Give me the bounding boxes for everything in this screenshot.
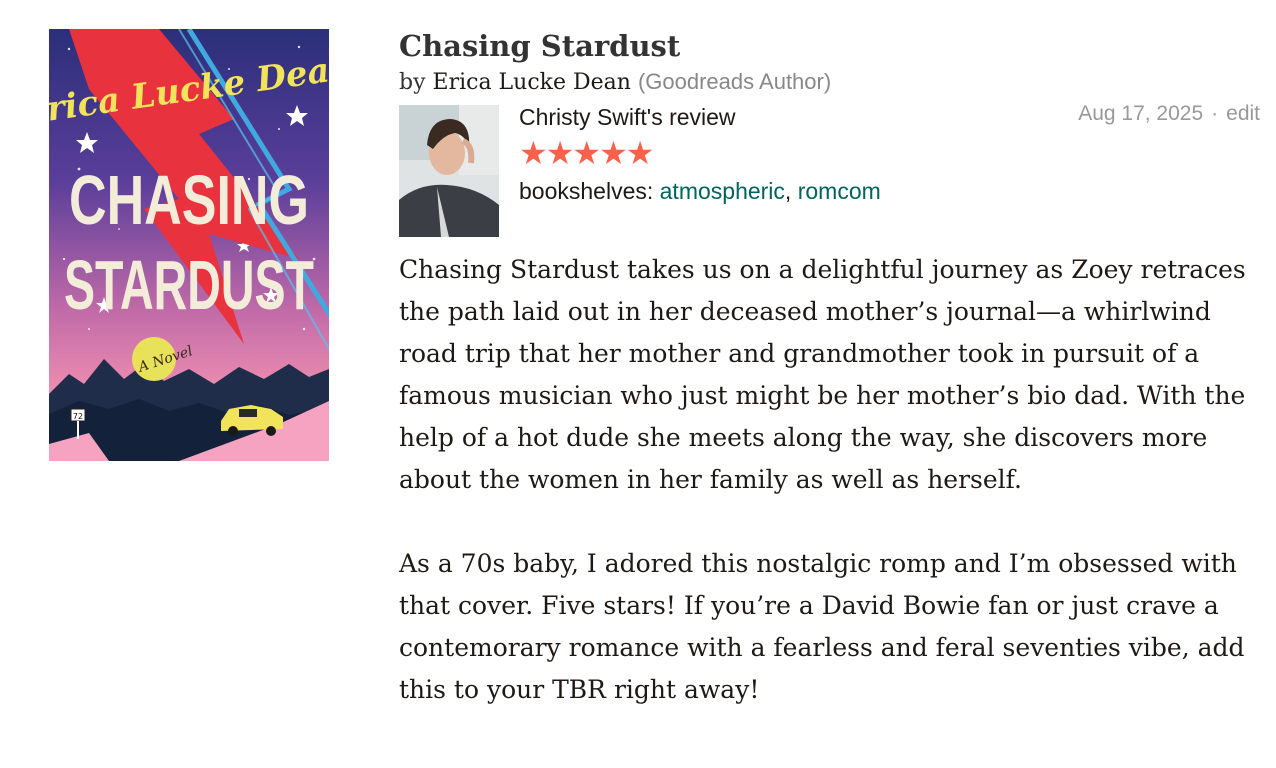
cover-sign-number: 72 xyxy=(73,412,83,421)
date-separator: · xyxy=(1211,102,1219,125)
book-byline: by Erica Lucke Dean (Goodreads Author) xyxy=(399,65,1265,100)
review-label: 's review xyxy=(646,104,736,130)
review-body: Chasing Stardust takes us on a delightfu… xyxy=(399,249,1265,711)
cover-title-line2: STARDUST xyxy=(64,246,314,324)
cover-title-line1: CHASING xyxy=(69,161,309,239)
review-paragraph: As a 70s baby, I adored this nostalgic r… xyxy=(399,549,1245,704)
bookshelves-label: bookshelves: xyxy=(519,178,660,204)
book-title-link[interactable]: Chasing Stardust xyxy=(399,27,1265,65)
review-date: Aug 17, 2025 xyxy=(1078,102,1204,125)
reviewer-avatar-photo xyxy=(399,105,499,237)
shelf-link-atmospheric[interactable]: atmospheric xyxy=(660,178,785,204)
book-cover-image[interactable]: A Novel 72 Erica Lucke Dean CHASING STAR… xyxy=(49,29,329,461)
goodreads-author-tag: (Goodreads Author) xyxy=(637,69,832,94)
shelf-link-romcom[interactable]: romcom xyxy=(798,178,881,204)
star-icon: ★ xyxy=(625,135,655,171)
reviewer-avatar[interactable] xyxy=(399,105,499,237)
book-cover-art: A Novel 72 Erica Lucke Dean CHASING STAR… xyxy=(49,29,329,461)
star-icon: ★ xyxy=(545,135,575,171)
edit-link[interactable]: edit xyxy=(1226,102,1260,125)
star-icon: ★ xyxy=(519,135,548,171)
reviewer-heading: Christy Swift's review xyxy=(519,101,736,133)
review-container: Chasing Stardust by Erica Lucke Dean (Go… xyxy=(399,27,1265,711)
star-icon: ★ xyxy=(572,135,601,171)
reviewer-name-link[interactable]: Christy Swift xyxy=(519,104,647,130)
author-link[interactable]: Erica Lucke Dean xyxy=(433,70,631,95)
shelf-separator: , xyxy=(784,178,798,204)
star-icon: ★ xyxy=(599,135,628,171)
by-label: by xyxy=(399,70,426,95)
rating-stars: ★★★★★ xyxy=(519,135,655,171)
review-meta: Christy Swift's review ★★★★★ bookshelves… xyxy=(399,102,1265,241)
review-paragraph: Chasing Stardust takes us on a delightfu… xyxy=(399,255,1246,494)
review-date-area: Aug 17, 2025 · edit xyxy=(1078,98,1260,130)
bookshelves: bookshelves: atmospheric, romcom xyxy=(519,175,881,207)
